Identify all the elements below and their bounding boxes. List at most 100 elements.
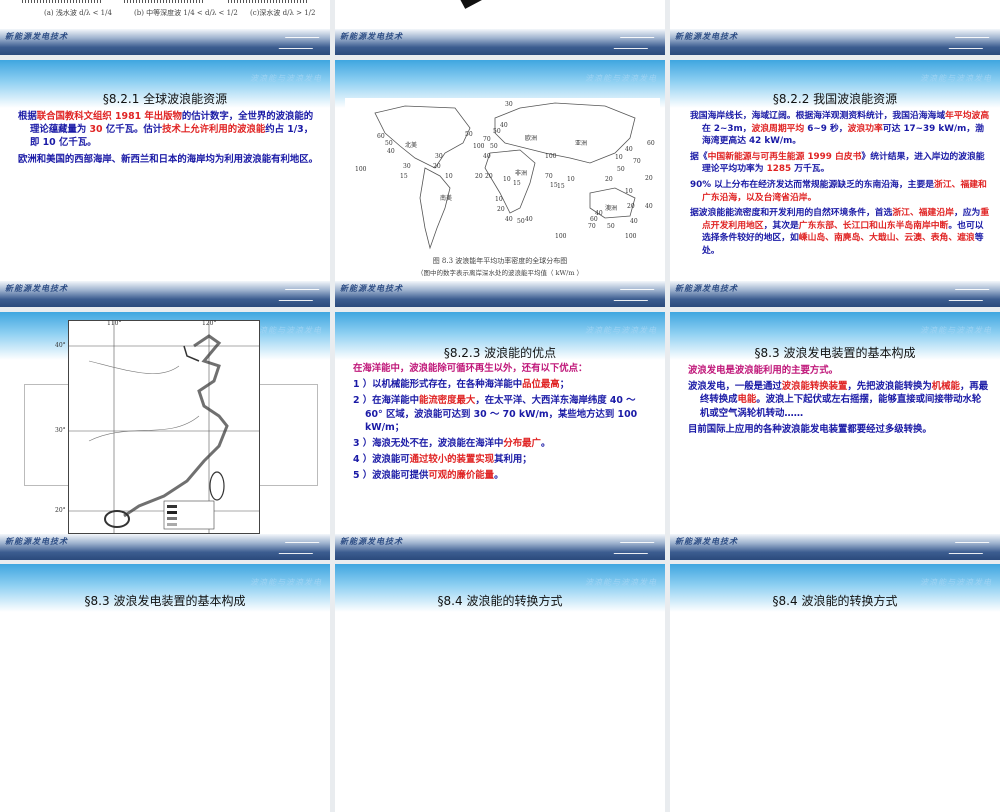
highlight-text: 通过较小的装置实现 bbox=[409, 454, 495, 466]
wave-power-value: 60 bbox=[590, 216, 598, 223]
header-tag: 波浪能与波浪发电 bbox=[250, 326, 322, 335]
highlight-text: 机械能 bbox=[931, 381, 960, 393]
slide-thumb-8[interactable]: 波浪能与波浪发电 §8.2.3 波浪能的优点 在海洋能中，波浪能除可循环再生以外… bbox=[335, 312, 665, 560]
wave-power-value: 10 bbox=[615, 154, 623, 161]
wave-power-value: 20 bbox=[645, 175, 653, 182]
continent-label: 欧洲 bbox=[525, 135, 538, 142]
lat-label-40: 40° bbox=[55, 342, 66, 349]
slide-thumb-1[interactable]: (a) 浅水波 d/λ < 1/4 (b) 中等深度波 1/4 < d/λ < … bbox=[0, 0, 330, 55]
formula-shallow: (a) 浅水波 d/λ < 1/4 bbox=[44, 9, 112, 17]
header-tag: 波浪能与波浪发电 bbox=[920, 326, 992, 335]
slide-thumb-6[interactable]: 波浪能与波浪发电 §8.2.2 我国波浪能资源 我国海岸线长，海域辽阔。根据海洋… bbox=[670, 60, 1000, 307]
wave-power-value: 50 bbox=[493, 128, 501, 135]
slide-thumb-7[interactable]: 波浪能与波浪发电 40° 30° 20° 110° 120° 新能源发电技术 bbox=[0, 312, 330, 560]
wave-power-value: 20 bbox=[605, 176, 613, 183]
hatch-line bbox=[124, 0, 204, 3]
map-caption: 图 8.3 波浪能年平均功率密度的全球分布图 bbox=[432, 257, 568, 265]
formula-medium: (b) 中等深度波 1/4 < d/λ < 1/2 bbox=[134, 9, 238, 17]
slide-thumb-12[interactable]: 波浪能与波浪发电 §8.4 波浪能的转换方式 bbox=[670, 564, 1000, 812]
wave-power-value: 15 bbox=[557, 183, 565, 190]
paragraph: 根据联合国教科文组织 1981 年出版物的估计数字，全世界的波浪能的理论蕴藏量为… bbox=[18, 110, 320, 150]
highlight-text: 波浪周期平均 bbox=[751, 123, 805, 134]
world-map: 北美 欧洲 亚洲 非洲 南美 澳洲 60 50 40 30 100 15 30 20 10 50 70 50 40 1… bbox=[345, 98, 660, 258]
slide-thumb-11[interactable]: 波浪能与波浪发电 §8.4 波浪能的转换方式 bbox=[335, 564, 665, 812]
lon-label-110: 110° bbox=[107, 320, 122, 327]
text-segment: 在 2~3m， bbox=[702, 123, 752, 134]
wave-power-value: 40 bbox=[505, 216, 513, 223]
footer-tag: 新能源发电技术 bbox=[340, 536, 403, 546]
slide-body: 在海洋能中，波浪能除可循环再生以外，还有以下优点： 1 ）以机械能形式存在，在各种… bbox=[353, 362, 655, 486]
wave-power-value: 60 bbox=[377, 133, 385, 140]
text-segment: 2 ）在海洋能中 bbox=[353, 395, 420, 407]
hatch-line bbox=[22, 0, 102, 3]
paragraph: 我国海岸线长，海域辽阔。根据海洋观测资料统计，我国沿海海域年平均波高在 2~3m… bbox=[690, 110, 990, 148]
header-tag: 波浪能与波浪发电 bbox=[585, 326, 657, 335]
paragraph: 90% 以上分布在经济发达而常规能源缺乏的东南沿海，主要是浙江、福建和广东沿海，… bbox=[690, 179, 990, 204]
highlight-text: 电能 bbox=[737, 394, 757, 406]
paragraph: 波浪发电，一般是通过波浪能转换装置，先把波浪能转换为机械能，再最终转换成电能。波… bbox=[688, 380, 990, 420]
header-tag: 波浪能与波浪发电 bbox=[920, 74, 992, 83]
wave-power-value: 50 bbox=[385, 140, 393, 147]
wave-power-value: 10 bbox=[503, 176, 511, 183]
wave-power-value: 20 bbox=[497, 206, 505, 213]
wave-power-value: 15 bbox=[513, 180, 521, 187]
highlight-text: 30 bbox=[89, 124, 103, 136]
wave-power-value: 40 bbox=[625, 146, 633, 153]
slide-title: §8.2.1 全球波浪能资源 bbox=[102, 92, 228, 106]
continent-label: 亚洲 bbox=[575, 140, 588, 147]
continent-label: 非洲 bbox=[515, 170, 528, 177]
wave-power-value: 10 bbox=[495, 196, 503, 203]
formula-deep: (c)深水波 d/λ > 1/2 bbox=[250, 9, 316, 17]
wave-power-value: 10 bbox=[567, 176, 575, 183]
slide-title: §8.4 波浪能的转换方式 bbox=[772, 594, 898, 608]
paragraph: 据《中国新能源与可再生能源 1999 白皮书》统计结果，进入岸边的波浪能理论平均… bbox=[690, 151, 990, 176]
slide-thumb-9[interactable]: 波浪能与波浪发电 §8.3 波浪发电装置的基本构成 波浪发电是波浪能利用的主要方… bbox=[670, 312, 1000, 560]
text-segment: 1 ）以机械能形式存在，在各种海洋能中 bbox=[353, 379, 523, 391]
continent-label: 澳洲 bbox=[605, 205, 618, 212]
wave-power-value: 40 bbox=[483, 153, 491, 160]
wave-power-value: 20 bbox=[475, 173, 483, 180]
swoosh-icon bbox=[278, 37, 320, 49]
highlight-text: 可观的廉价能量 bbox=[428, 470, 495, 482]
footer-tag: 新能源发电技术 bbox=[340, 283, 403, 293]
wave-power-value: 10 bbox=[445, 173, 453, 180]
highlight-text: 中国新能源与可再生能源 1999 白皮书 bbox=[707, 151, 862, 162]
swoosh-icon bbox=[613, 37, 655, 49]
wave-power-value: 100 bbox=[355, 166, 367, 173]
slide-title: §8.2.2 我国波浪能资源 bbox=[772, 92, 898, 106]
slide-thumb-4[interactable]: 波浪能与波浪发电 §8.2.1 全球波浪能资源 根据联合国教科文组织 1981 … bbox=[0, 60, 330, 307]
slide-body: 我国海岸线长，海域辽阔。根据海洋观测资料统计，我国沿海海域年平均波高在 2~3m… bbox=[690, 110, 990, 261]
wave-power-value: 50 bbox=[465, 131, 473, 138]
slide-thumb-3[interactable]: 新能源发电技术 bbox=[670, 0, 1000, 55]
wave-power-value: 20 bbox=[433, 163, 441, 170]
wave-power-value: 30 bbox=[435, 153, 443, 160]
wave-power-value: 40 bbox=[500, 122, 508, 129]
text-segment: 据波浪能能流密度和开发利用的自然环境条件，首选 bbox=[690, 208, 893, 219]
text-segment: 3 ）海浪无处不在，波浪能在海洋中 bbox=[353, 438, 504, 450]
header-tag: 波浪能与波浪发电 bbox=[585, 74, 657, 83]
slide-thumb-10[interactable]: 波浪能与波浪发电 §8.3 波浪发电装置的基本构成 bbox=[0, 564, 330, 812]
highlight-text: 浙江、福建沿岸 bbox=[892, 208, 954, 219]
text-segment: 5 ）波浪能可提供 bbox=[353, 470, 429, 482]
wave-power-value: 50 bbox=[517, 218, 525, 225]
wave-power-value: 100 bbox=[545, 153, 557, 160]
text-segment: 4 ）波浪能可 bbox=[353, 454, 410, 466]
wave-power-value: 40 bbox=[525, 216, 533, 223]
swoosh-icon bbox=[948, 37, 990, 49]
lat-label-20: 20° bbox=[55, 507, 66, 514]
wave-power-value: 20 bbox=[627, 203, 635, 210]
paragraph: 3 ）海浪无处不在，波浪能在海洋中分布最广。 bbox=[353, 437, 655, 450]
footer-tag: 新能源发电技术 bbox=[5, 536, 68, 546]
swoosh-icon bbox=[948, 289, 990, 301]
lat-label-30: 30° bbox=[55, 427, 66, 434]
footer-tag: 新能源发电技术 bbox=[5, 31, 68, 41]
text-segment: 万千瓦。 bbox=[791, 164, 830, 175]
wave-power-value: 15 bbox=[400, 173, 408, 180]
slide-thumb-5[interactable]: 波浪能与波浪发电 北美 欧洲 亚洲 非洲 南美 澳洲 60 50 40 30 100 15 30 20 10… bbox=[335, 60, 665, 307]
hatch-line bbox=[228, 0, 308, 3]
swoosh-icon bbox=[278, 542, 320, 554]
slide-thumb-2[interactable]: 新能源发电技术 bbox=[335, 0, 665, 55]
text-segment: 我国海岸线长，海域辽阔。根据海洋观测资料统计，我国沿海海域 bbox=[690, 111, 946, 121]
paragraph: 据波浪能能流密度和开发利用的自然环境条件，首选浙江、福建沿岸，应为重点开发利用地… bbox=[690, 207, 990, 257]
text-segment: ，应为 bbox=[953, 208, 981, 219]
